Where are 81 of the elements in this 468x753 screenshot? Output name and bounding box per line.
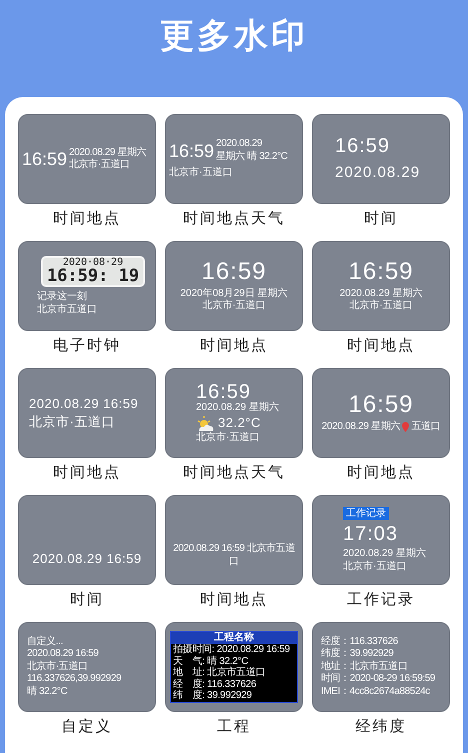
- watermark-preview[interactable]: 16:59 2020.08.29: [312, 114, 450, 204]
- preview-text: 自定义...: [27, 636, 64, 648]
- preview-time: 16:59: [335, 136, 392, 156]
- preview-text: 2020.08.29 16:59: [27, 648, 100, 660]
- preview-text: 2020.08.29 星期六: [322, 420, 400, 434]
- work-badge: 工作记录: [343, 507, 389, 520]
- table-row-text: 地 址: 北京市五道口: [172, 667, 266, 678]
- preview-text: 2020.08.29 星期六: [69, 146, 146, 158]
- watermark-preview[interactable]: 16:59 2020年08月29日 星期六 北京市·五道口: [165, 241, 303, 331]
- clock-time: 16:59: 19: [46, 268, 140, 285]
- watermark-label: 时间地点: [200, 336, 268, 356]
- watermark-label: 时间地点天气: [183, 209, 285, 229]
- watermark-label: 时间地点: [347, 336, 415, 356]
- preview-text: 2020.08.29 星期六: [340, 288, 422, 300]
- preview-text: 2020.08.29 星期六: [343, 548, 427, 560]
- preview-text: 2020.08.29: [216, 138, 264, 150]
- preview-text: 北京市·五道口: [169, 167, 234, 180]
- watermark-label: 时间地点: [200, 590, 268, 610]
- preview-text: 地址：北京市五道口: [321, 660, 408, 672]
- preview-text: 晴 32.2°C: [27, 686, 68, 698]
- preview-text: 五道口: [411, 420, 440, 434]
- watermark-preview[interactable]: 工作记录 17:03 2020.08.29 星期六 北京市·五道口: [312, 495, 450, 585]
- watermark-preview[interactable]: 2020.08.29 16:59: [18, 495, 156, 585]
- preview-text: 记录这一刻: [37, 291, 88, 304]
- watermark-label: 时间: [70, 590, 104, 610]
- table-row-text: 天 气: 晴 32.2°C: [172, 656, 250, 667]
- preview-text: 116.337626,39.992929: [27, 673, 122, 686]
- watermark-label: 自定义: [62, 717, 112, 737]
- table-row-text: 经 度: 116.337626: [172, 678, 258, 690]
- watermark-label: 时间地点: [347, 463, 415, 483]
- watermark-preview[interactable]: 16:59 2020.08.29 星期六 32.2°C 北京市·五道口: [165, 368, 303, 458]
- preview-text: 经度：116.337626: [321, 636, 399, 648]
- watermark-preview[interactable]: 16:59 2020.08.29 星期六 北京市·五道口: [312, 241, 450, 331]
- preview-text: 北京市·五道口: [29, 413, 116, 431]
- watermark-label: 时间地点: [53, 209, 121, 229]
- preview-text: 北京市·五道口: [27, 660, 89, 674]
- preview-time: 16:59: [348, 260, 414, 284]
- preview-text: 2020年08月29日 星期六: [180, 288, 288, 300]
- watermark-preview[interactable]: 自定义... 2020.08.29 16:59 北京市·五道口 116.337626,39.992929 晴 32.2°C: [18, 622, 156, 712]
- watermark-preview[interactable]: 经度：116.337626 纬度：39.992929 地址：北京市五道口 时间：2020-08-29 16:59:59 IMEI：4cc8c2674a88524c: [312, 622, 450, 712]
- preview-time: 16:59: [348, 392, 414, 417]
- page-title: 更多水印: [160, 16, 308, 57]
- preview-text: 2020.08.29: [335, 164, 422, 182]
- watermark-label: 经纬度: [356, 717, 406, 737]
- preview-time: 17:03: [343, 524, 400, 544]
- preview-text: 2020.08.29 16:59: [29, 395, 140, 413]
- watermark-preview[interactable]: 工程名称 拍摄时间: 2020.08.29 16:59 天 气: 晴 32.2°C 地 址: 北京市五道口 经 度: 116.337626 纬 度: 39.992929: [165, 622, 303, 712]
- table-row-text: 拍摄时间: 2020.08.29 16:59: [172, 644, 291, 656]
- watermark-label: 时间: [364, 209, 398, 229]
- preview-text: 时间：2020-08-29 16:59:59: [321, 673, 436, 686]
- watermark-label: 时间地点: [53, 463, 121, 483]
- watermark-label: 工作记录: [347, 590, 415, 610]
- preview-text: IMEI：4cc8c2674a88524c: [321, 686, 431, 698]
- watermark-preview[interactable]: 2020.08.29 16:59 北京市·五道口: [18, 368, 156, 458]
- preview-text: 北京市·五道口: [201, 300, 267, 312]
- preview-text: 北京市五道口: [37, 304, 98, 316]
- preview-text: 北京市·五道口: [348, 300, 414, 312]
- watermark-preview[interactable]: 16:59 2020.08.29 星期六 五道口: [312, 368, 450, 458]
- watermark-preview[interactable]: 2020.08.29 16:59 北京市五道口: [165, 495, 303, 585]
- watermark-preview[interactable]: 2020·08·29 16:59: 19 记录这一刻 北京市五道口: [18, 241, 156, 331]
- table-header: 工程名称: [171, 632, 297, 644]
- preview-text: 2020.08.29 16:59 北京市五道口: [172, 543, 296, 568]
- preview-text: 北京市·五道口: [343, 560, 408, 573]
- preview-time: 16:59: [169, 142, 214, 160]
- pin-icon: [402, 422, 410, 432]
- preview-time: 16:59: [22, 150, 68, 168]
- watermark-label: 工程: [217, 717, 251, 737]
- watermark-label: 时间地点天气: [183, 463, 285, 483]
- preview-text: 北京市·五道口: [69, 159, 131, 172]
- preview-time: 16:59: [201, 260, 267, 284]
- weather-icon: [196, 414, 214, 431]
- preview-text: 星期六 晴 32.2°C: [216, 150, 288, 164]
- preview-text: 32.2°C: [218, 414, 261, 432]
- preview-text: 北京市·五道口: [196, 432, 260, 444]
- preview-text: 2020.08.29 星期六: [196, 402, 280, 414]
- preview-text: 2020.08.29 16:59: [32, 550, 142, 568]
- preview-time: 16:59: [196, 382, 252, 402]
- clock-date: 2020·08·29: [62, 258, 124, 268]
- watermark-label: 电子时钟: [53, 336, 121, 356]
- table-row-text: 纬 度: 39.992929: [172, 690, 253, 702]
- preview-text: 纬度：39.992929: [321, 648, 394, 660]
